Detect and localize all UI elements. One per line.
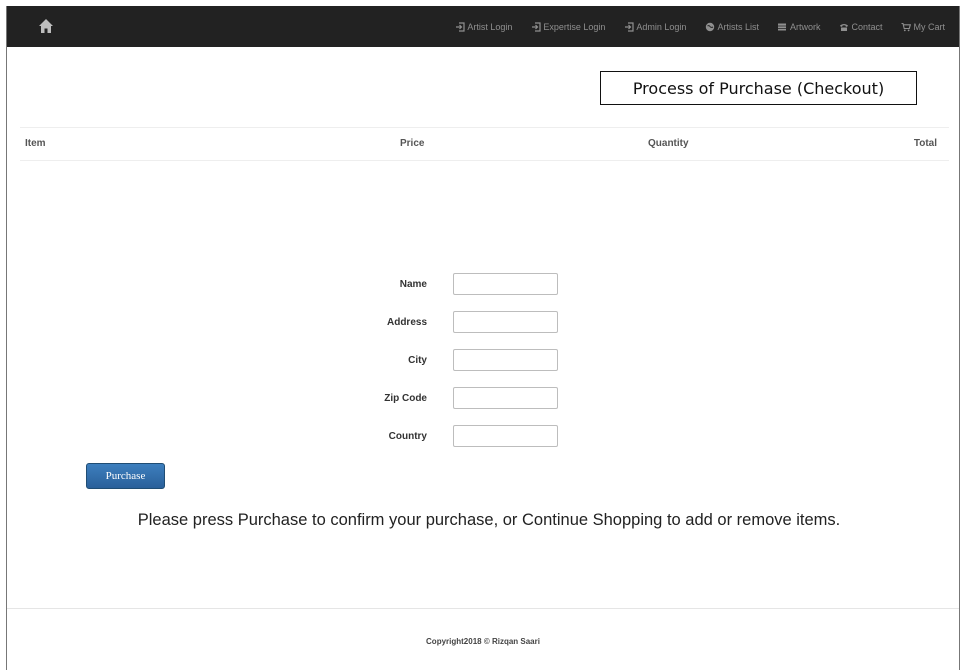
city-label: City	[408, 355, 427, 366]
address-field[interactable]	[453, 311, 558, 333]
login-icon	[530, 21, 541, 32]
page-frame: Artist Login Expertise Login Admin Login…	[6, 6, 960, 670]
name-label: Name	[399, 279, 427, 290]
column-header-quantity: Quantity	[648, 138, 689, 149]
name-field[interactable]	[453, 273, 558, 295]
purchase-button[interactable]: Purchase	[86, 463, 165, 489]
zip-code-label: Zip Code	[384, 393, 427, 404]
city-field[interactable]	[453, 349, 558, 371]
nav-artist-login-label: Artist Login	[467, 21, 513, 32]
cart-table-header: Item Price Quantity Total	[20, 127, 949, 161]
nav-admin-login[interactable]: Admin Login	[623, 22, 686, 32]
footer: Copyright2018 © Rizqan Saari	[7, 608, 959, 670]
globe-icon	[704, 22, 715, 32]
form-row-country: Country	[307, 425, 607, 449]
nav-my-cart-label: My Cart	[913, 21, 946, 32]
artwork-icon	[777, 22, 788, 32]
column-header-total: Total	[913, 138, 937, 149]
form-row-name: Name	[307, 273, 607, 297]
login-icon	[454, 21, 465, 32]
nav-admin-login-label: Admin Login	[636, 21, 687, 32]
form-row-city: City	[307, 349, 607, 373]
nav-contact[interactable]: Contact	[838, 21, 883, 32]
home-icon[interactable]	[37, 17, 55, 35]
nav-artists-list[interactable]: Artists List	[704, 22, 759, 32]
nav-artist-login[interactable]: Artist Login	[454, 22, 512, 32]
phone-icon	[838, 22, 849, 32]
page-title: Process of Purchase (Checkout)	[600, 71, 917, 105]
cart-icon	[901, 22, 912, 32]
zip-code-field[interactable]	[453, 387, 558, 409]
nav-my-cart[interactable]: My Cart	[901, 21, 946, 32]
nav-artwork-label: Artwork	[789, 21, 821, 32]
country-field[interactable]	[453, 425, 558, 447]
purchase-instruction: Please press Purchase to confirm your pu…	[137, 511, 841, 529]
form-row-zip-code: Zip Code	[307, 387, 607, 411]
form-row-address: Address	[307, 311, 607, 335]
navbar: Artist Login Expertise Login Admin Login…	[7, 6, 959, 47]
nav-artists-list-label: Artists List	[717, 21, 759, 32]
login-icon	[623, 21, 634, 32]
nav-expertise-login[interactable]: Expertise Login	[530, 22, 605, 32]
address-label: Address	[386, 317, 427, 328]
country-label: Country	[388, 431, 427, 442]
nav-artwork[interactable]: Artwork	[777, 21, 821, 32]
nav-contact-label: Contact	[851, 21, 883, 32]
copyright-text: Copyright2018 © Rizqan Saari	[426, 637, 540, 646]
nav-menu: Artist Login Expertise Login Admin Login…	[436, 6, 945, 47]
nav-expertise-login-label: Expertise Login	[543, 21, 606, 32]
column-header-price: Price	[400, 138, 425, 149]
column-header-item: Item	[25, 138, 46, 149]
